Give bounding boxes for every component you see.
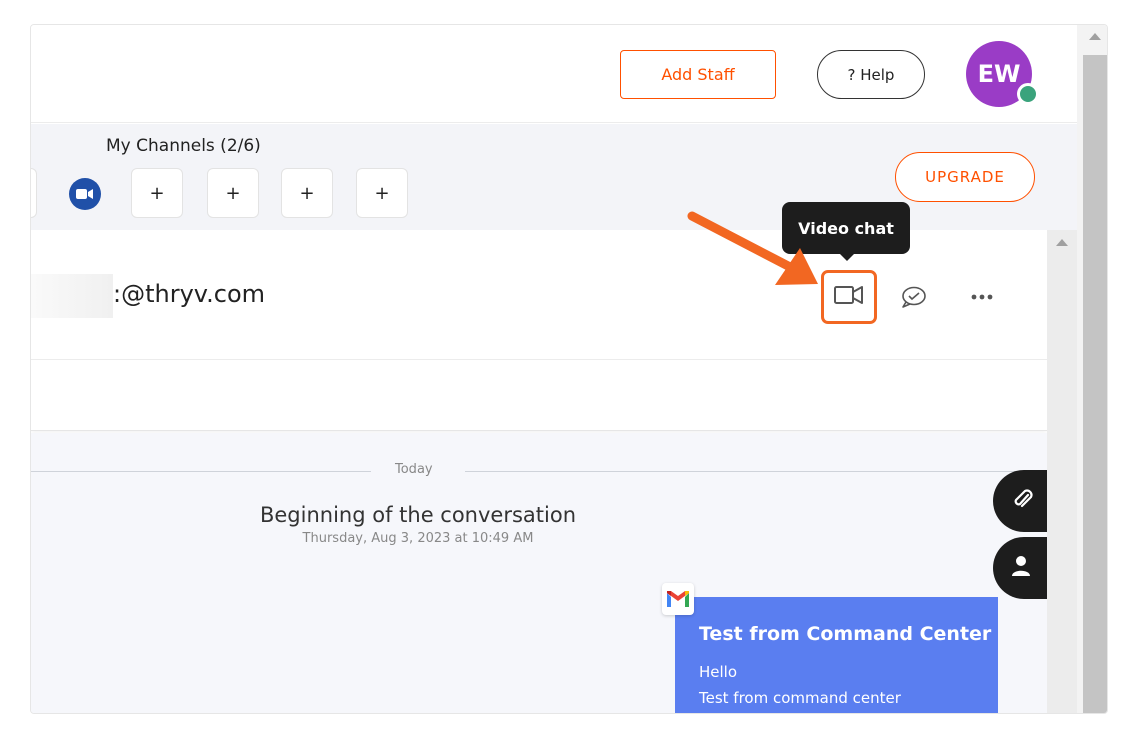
inner-scrollbar[interactable] bbox=[1047, 230, 1077, 713]
conversation-start-date: Thursday, Aug 3, 2023 at 10:49 AM bbox=[302, 531, 534, 546]
chat-bubble-icon[interactable] bbox=[899, 284, 927, 310]
contact-details-row bbox=[31, 361, 1047, 431]
video-chat-tooltip: Video chat bbox=[782, 202, 910, 254]
upgrade-button[interactable]: UPGRADE bbox=[895, 152, 1035, 202]
scroll-up-arrow[interactable] bbox=[1056, 239, 1068, 246]
scroll-up-arrow[interactable] bbox=[1089, 33, 1101, 40]
person-icon bbox=[1011, 555, 1031, 581]
tooltip-arrow bbox=[839, 253, 855, 261]
channels-bar: My Channels (2/6) + + + + UPGRADE bbox=[31, 124, 1077, 230]
message-bubble[interactable]: Test from Command Center Hello Test from… bbox=[675, 597, 998, 713]
conversation-pane: Today Beginning of the conversation Thur… bbox=[31, 433, 1051, 713]
more-horizontal-icon[interactable] bbox=[967, 284, 997, 310]
contact-info-button[interactable] bbox=[993, 537, 1051, 599]
video-chat-button[interactable] bbox=[821, 270, 877, 324]
conversation-start-title: Beginning of the conversation bbox=[259, 503, 577, 527]
add-channel-button[interactable]: + bbox=[131, 168, 183, 218]
add-channel-button[interactable]: + bbox=[207, 168, 259, 218]
gmail-icon bbox=[662, 583, 694, 615]
message-body-line: Test from command center bbox=[699, 689, 901, 707]
paperclip-icon bbox=[1011, 487, 1033, 515]
message-body-line: Hello bbox=[699, 663, 738, 681]
add-staff-button[interactable]: Add Staff bbox=[620, 50, 776, 99]
top-header: Add Staff ? Help EW bbox=[31, 25, 1077, 123]
zoom-icon[interactable] bbox=[69, 178, 101, 210]
video-camera-icon bbox=[833, 284, 865, 310]
online-status-dot bbox=[1017, 83, 1039, 105]
app-window: Add Staff ? Help EW My Channels (2/6) + … bbox=[30, 24, 1108, 714]
day-divider-label: Today bbox=[395, 462, 433, 477]
message-subject: Test from Command Center bbox=[699, 623, 992, 645]
add-channel-button[interactable]: + bbox=[281, 168, 333, 218]
my-channels-label: My Channels (2/6) bbox=[106, 136, 261, 156]
add-channel-button[interactable]: + bbox=[356, 168, 408, 218]
contact-email: :@thryv.com bbox=[113, 280, 266, 308]
outer-scrollbar-thumb[interactable] bbox=[1083, 55, 1107, 713]
redacted-name bbox=[31, 274, 113, 318]
attach-button[interactable] bbox=[993, 470, 1051, 532]
help-button[interactable]: ? Help bbox=[817, 50, 925, 99]
divider-line bbox=[31, 471, 371, 472]
divider-line bbox=[465, 471, 1025, 472]
channel-slot-partial[interactable] bbox=[31, 168, 37, 218]
